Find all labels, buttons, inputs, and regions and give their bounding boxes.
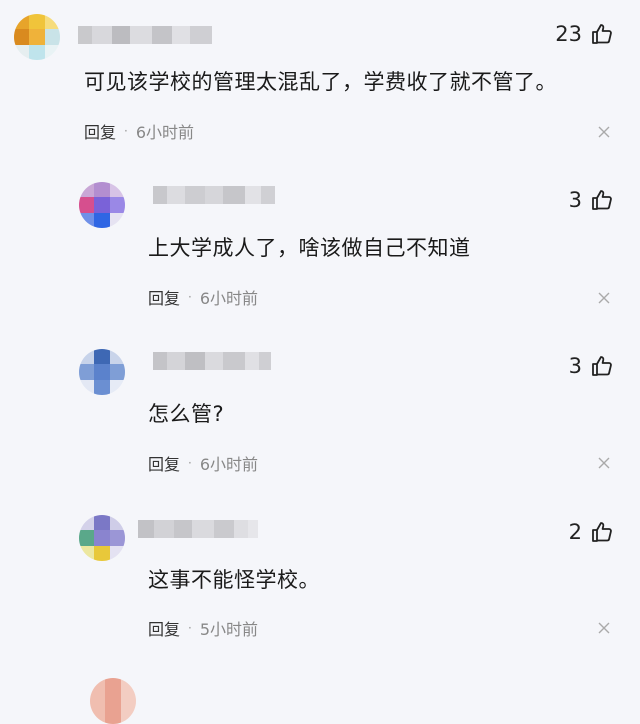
separator-dot: · xyxy=(188,456,192,470)
comment-meta: 回复 · 5小时前 xyxy=(148,616,258,640)
comment-meta: 回复 · 6小时前 xyxy=(84,119,194,143)
separator-dot: · xyxy=(124,124,128,138)
thumbs-up-icon xyxy=(592,24,612,44)
timestamp: 5小时前 xyxy=(199,620,259,639)
like-button[interactable]: 23 xyxy=(555,22,614,46)
avatar[interactable] xyxy=(79,515,125,561)
close-icon[interactable] xyxy=(598,457,610,469)
username-blurred[interactable] xyxy=(138,520,258,538)
reply-button[interactable]: 回复 xyxy=(148,451,180,475)
like-count: 3 xyxy=(568,188,582,212)
like-count: 3 xyxy=(568,354,582,378)
like-count: 2 xyxy=(568,520,582,544)
comment-text: 上大学成人了，啥该做自己不知道 xyxy=(148,236,471,260)
close-icon[interactable] xyxy=(598,126,610,138)
thumbs-up-icon xyxy=(592,522,612,542)
like-button[interactable]: 3 xyxy=(569,188,614,212)
like-count: 23 xyxy=(555,22,582,46)
thumbs-up-icon xyxy=(592,356,612,376)
comment-meta: 回复 · 6小时前 xyxy=(148,285,258,309)
thumbs-up-icon xyxy=(592,190,612,210)
username-blurred[interactable] xyxy=(153,186,275,204)
timestamp: 6小时前 xyxy=(199,455,259,474)
username-blurred[interactable] xyxy=(153,352,271,370)
like-button[interactable]: 2 xyxy=(569,520,614,544)
reply-button[interactable]: 回复 xyxy=(148,616,180,640)
close-icon[interactable] xyxy=(598,622,610,634)
separator-dot: · xyxy=(188,290,192,304)
comment-meta: 回复 · 6小时前 xyxy=(148,451,258,475)
timestamp: 6小时前 xyxy=(135,123,195,142)
comment-text: 可见该学校的管理太混乱了，学费收了就不管了。 xyxy=(84,70,557,94)
avatar[interactable] xyxy=(79,349,125,395)
reply-button[interactable]: 回复 xyxy=(84,119,116,143)
like-button[interactable]: 3 xyxy=(569,354,614,378)
avatar[interactable] xyxy=(79,182,125,228)
timestamp: 6小时前 xyxy=(199,289,259,308)
close-icon[interactable] xyxy=(598,292,610,304)
separator-dot: · xyxy=(188,621,192,635)
comment-text: 怎么管? xyxy=(148,402,225,426)
reply-button[interactable]: 回复 xyxy=(148,285,180,309)
comment-text: 这事不能怪学校。 xyxy=(148,568,320,592)
username-blurred[interactable] xyxy=(78,26,212,44)
avatar[interactable] xyxy=(14,14,60,60)
